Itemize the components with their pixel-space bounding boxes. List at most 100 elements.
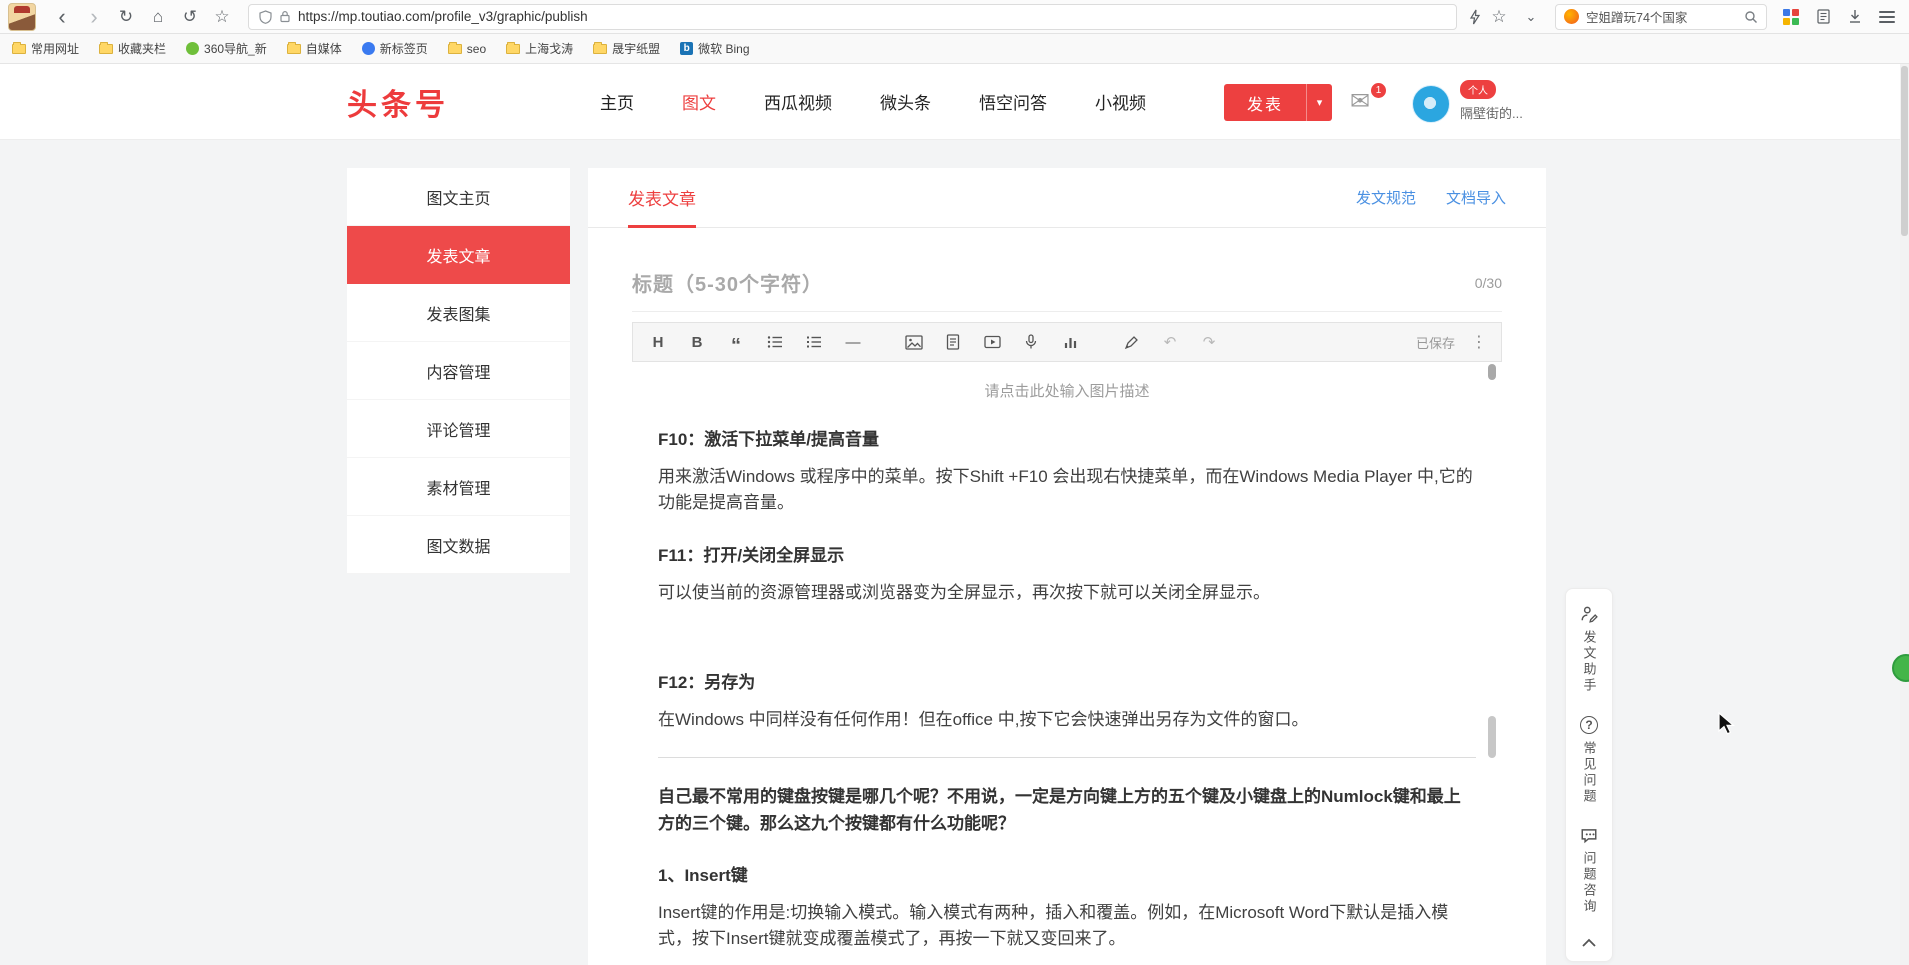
bookmark-star-icon[interactable]: ☆: [208, 3, 236, 31]
menu-icon[interactable]: [1873, 3, 1901, 31]
publish-card: 发表文章 发文规范 文档导入 标题（5-30个字符） 0/30 H B “: [588, 168, 1546, 965]
format-brush-icon[interactable]: [1120, 331, 1142, 353]
editor-toolbar: H B “ —: [632, 322, 1502, 362]
bookmark-item[interactable]: 自媒体: [287, 40, 342, 57]
sidebar-item-graphic-home[interactable]: 图文主页: [347, 168, 570, 226]
editor-paragraph[interactable]: 可以使当前的资源管理器或浏览器变为全屏显示，再次按下就可以关闭全屏显示。: [658, 580, 1476, 606]
editor-scrollbar[interactable]: [1488, 364, 1496, 964]
bookmark-item[interactable]: 晟宇纸盟: [593, 40, 660, 57]
folder-icon: [99, 44, 113, 54]
faq-button[interactable]: ? 常见问题: [1551, 716, 1627, 805]
address-bar[interactable]: https://mp.toutiao.com/profile_v3/graphi…: [248, 4, 1457, 30]
bookmark-item[interactable]: 360导航_新: [186, 40, 267, 57]
insert-article-icon[interactable]: [942, 331, 964, 353]
bing-favicon-icon: b: [680, 42, 693, 55]
sidebar-item-material-manage[interactable]: 素材管理: [347, 458, 570, 516]
editor-paragraph[interactable]: 自己最不常用的键盘按键是哪几个呢？不用说，一定是方向键上方的五个键及小键盘上的N…: [658, 784, 1476, 837]
editor-paragraph[interactable]: 用来激活Windows 或程序中的菜单。按下Shift +F10 会出现右快捷菜…: [658, 464, 1476, 517]
nav-weitoutiao[interactable]: 微头条: [880, 89, 931, 114]
back-icon[interactable]: ‹: [48, 3, 76, 31]
editor-heading[interactable]: 1、Insert键: [658, 861, 1476, 886]
browser-toolbar: ‹ › ↻ ⌂ ↺ ☆ https://mp.toutiao.com/profi…: [0, 0, 1909, 34]
consult-button[interactable]: 问题咨询: [1551, 827, 1627, 915]
toolbar-chevron-icon[interactable]: ⌄: [1517, 3, 1545, 31]
bookmark-item[interactable]: 上海戈涛: [506, 40, 573, 57]
insert-audio-icon[interactable]: [1020, 331, 1042, 353]
title-placeholder: 标题（5-30个字符）: [632, 268, 823, 297]
download-icon[interactable]: [1841, 3, 1869, 31]
reader-page-icon[interactable]: [1809, 3, 1837, 31]
newtab-favicon-icon: [362, 42, 375, 55]
horizontal-rule-icon[interactable]: —: [842, 331, 864, 353]
sidebar-item-content-manage[interactable]: 内容管理: [347, 342, 570, 400]
collapse-chevron-icon[interactable]: [1579, 937, 1599, 949]
editor-paragraph[interactable]: 在Windows 中同样没有任何作用！但在office 中,按下它会快速弹出另存…: [658, 707, 1476, 733]
search-icon[interactable]: [1744, 10, 1758, 24]
tab-publish-article[interactable]: 发表文章: [628, 168, 696, 228]
link-document-import[interactable]: 文档导入: [1446, 187, 1506, 208]
bold-icon[interactable]: B: [686, 331, 708, 353]
window-scrollbar-thumb[interactable]: [1901, 66, 1908, 236]
toutiao-logo[interactable]: 头条号: [347, 80, 449, 124]
insert-image-icon[interactable]: [903, 331, 925, 353]
browser-profile-avatar[interactable]: [8, 3, 36, 31]
page-content: 图文主页 发表文章 发表图集 内容管理 评论管理 素材管理 图文数据 发表文章 …: [0, 140, 1909, 965]
sidebar-item-publish-article[interactable]: 发表文章: [347, 226, 570, 284]
publish-button[interactable]: 发表: [1224, 84, 1306, 121]
floating-widget-button[interactable]: [1892, 654, 1909, 682]
bookmark-label: 360导航_新: [204, 40, 267, 57]
bookmark-item[interactable]: b微软 Bing: [680, 40, 749, 57]
undo-edit-icon[interactable]: ↶: [1159, 331, 1181, 353]
mouse-cursor: [1718, 712, 1740, 736]
insert-video-icon[interactable]: [981, 331, 1003, 353]
bookmark-label: 收藏夹栏: [118, 40, 166, 57]
window-scrollbar[interactable]: [1900, 64, 1909, 965]
lightning-icon[interactable]: [1469, 9, 1481, 25]
publish-caret-icon[interactable]: ▾: [1306, 84, 1332, 121]
bullet-list-icon[interactable]: [764, 331, 786, 353]
nav-wukong-qa[interactable]: 悟空问答: [979, 89, 1047, 114]
editor-scrollbar-thumb[interactable]: [1488, 716, 1496, 758]
sidebar-item-publish-gallery[interactable]: 发表图集: [347, 284, 570, 342]
editor-scrollbar-thumb-top[interactable]: [1488, 364, 1496, 380]
editor-paragraph[interactable]: Insert键的作用是:切换输入模式。输入模式有两种，插入和覆盖。例如，在Mic…: [658, 900, 1476, 953]
title-input[interactable]: 标题（5-30个字符） 0/30: [632, 254, 1502, 312]
editor-heading[interactable]: F12：另存为: [658, 668, 1476, 693]
sidebar-item-comment-manage[interactable]: 评论管理: [347, 400, 570, 458]
editor-heading[interactable]: F11：打开/关闭全屏显示: [658, 541, 1476, 566]
assistant-pen-icon: [1580, 605, 1598, 623]
image-caption-placeholder[interactable]: 请点击此处输入图片描述: [658, 380, 1476, 401]
publish-assistant-button[interactable]: 发文助手: [1551, 605, 1627, 694]
heading-icon[interactable]: H: [647, 331, 669, 353]
sidebar-item-graphic-data[interactable]: 图文数据: [347, 516, 570, 574]
bookmark-label: 晟宇纸盟: [612, 40, 660, 57]
bookmark-item[interactable]: seo: [448, 42, 486, 56]
home-icon[interactable]: ⌂: [144, 3, 172, 31]
blockquote-icon[interactable]: “: [725, 331, 747, 353]
forward-icon[interactable]: ›: [80, 3, 108, 31]
nav-graphic[interactable]: 图文: [682, 89, 716, 114]
refresh-icon[interactable]: ↻: [112, 3, 140, 31]
bookmark-label: 上海戈涛: [525, 40, 573, 57]
user-avatar[interactable]: [1412, 85, 1450, 123]
ordered-list-icon[interactable]: [803, 331, 825, 353]
editor-heading[interactable]: F10：激活下拉菜单/提高音量: [658, 425, 1476, 450]
insert-chart-icon[interactable]: [1059, 331, 1081, 353]
bookmark-item[interactable]: 收藏夹栏: [99, 40, 166, 57]
apps-grid-icon[interactable]: [1777, 3, 1805, 31]
editor-area[interactable]: 请点击此处输入图片描述 F10：激活下拉菜单/提高音量 用来激活Windows …: [632, 362, 1502, 965]
hotword-search-box[interactable]: 空姐蹭玩74个国家: [1555, 4, 1767, 30]
nav-xigua-video[interactable]: 西瓜视频: [764, 89, 832, 114]
mail-button[interactable]: ✉ 1: [1350, 89, 1380, 115]
folder-icon: [287, 44, 301, 54]
bookmark-item[interactable]: 新标签页: [362, 40, 428, 57]
nav-home[interactable]: 主页: [600, 89, 634, 114]
user-box[interactable]: 个人 隔壁街的...: [1460, 80, 1546, 122]
more-options-icon[interactable]: ⋮: [1471, 332, 1487, 352]
bookmark-item[interactable]: 常用网址: [12, 40, 79, 57]
undo-icon[interactable]: ↺: [176, 3, 204, 31]
link-publishing-rules[interactable]: 发文规范: [1356, 187, 1416, 208]
redo-edit-icon[interactable]: ↷: [1198, 331, 1220, 353]
nav-short-video[interactable]: 小视频: [1095, 89, 1146, 114]
favorite-star-icon[interactable]: ☆: [1485, 3, 1513, 31]
